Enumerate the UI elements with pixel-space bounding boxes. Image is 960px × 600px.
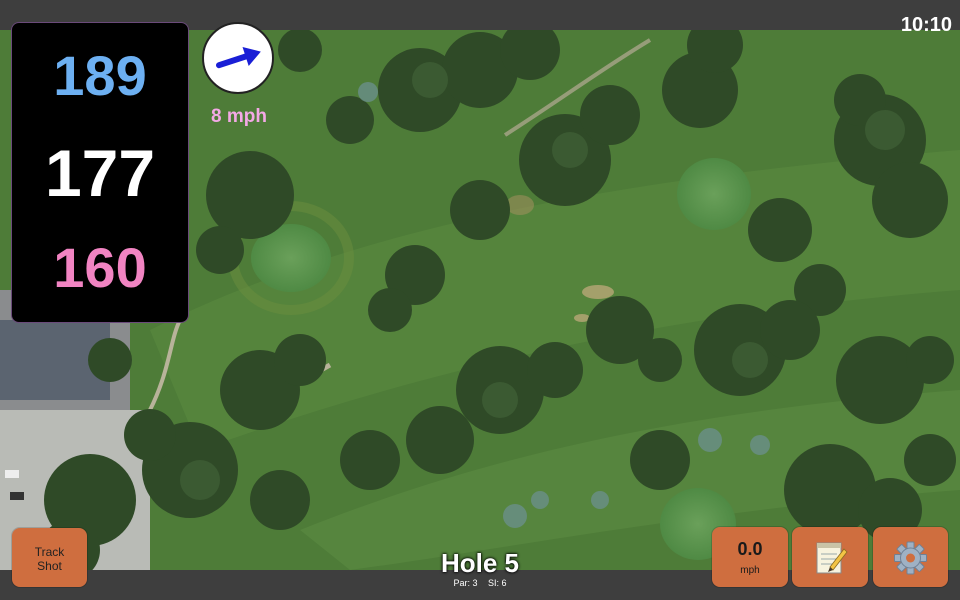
back-distance: 189 xyxy=(53,44,147,107)
gear-icon xyxy=(894,541,927,575)
hole-title: Hole 5 xyxy=(440,548,520,578)
wind-speed-unit: mph xyxy=(740,565,760,576)
distance-panel: 189 177 160 xyxy=(11,22,189,323)
center-distance: 177 xyxy=(44,136,156,210)
hole-par: Par: 3 xyxy=(453,578,478,588)
wind-speed-button[interactable]: 0.0 mph xyxy=(712,527,788,587)
front-distance: 160 xyxy=(53,236,147,299)
wind-arrow-icon xyxy=(215,47,261,69)
hole-si: SI: 6 xyxy=(488,578,507,588)
notepad-icon xyxy=(816,542,848,574)
clock: 10:10 xyxy=(900,14,952,36)
track-shot-label-line1: Track xyxy=(34,545,65,559)
wind-speed-value: 0.0 xyxy=(737,539,763,559)
hole-meta: Par: 3 SI: 6 xyxy=(380,578,580,588)
track-shot-button[interactable]: Track Shot xyxy=(12,528,87,587)
settings-button[interactable] xyxy=(873,527,948,587)
track-shot-label-line2: Shot xyxy=(37,559,62,573)
wind-compass xyxy=(202,22,274,94)
wind-speed-label: 8 mph xyxy=(211,106,267,127)
notes-button[interactable] xyxy=(792,527,868,587)
